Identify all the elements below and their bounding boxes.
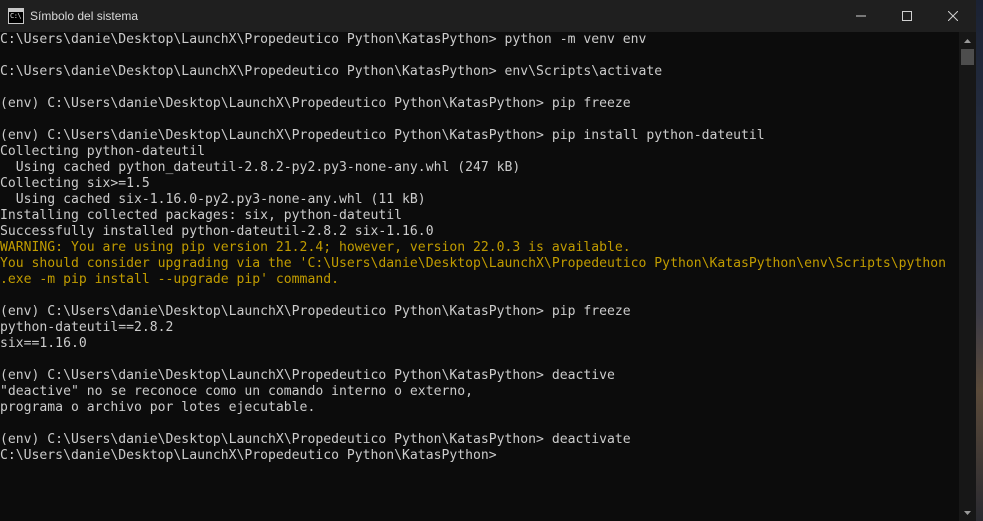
- command-prompt-window: C:\ Símbolo del sistema C:\Users\danie\D…: [0, 0, 976, 521]
- cmd-icon[interactable]: C:\: [8, 8, 24, 24]
- console-line: (env) C:\Users\danie\Desktop\LaunchX\Pro…: [0, 96, 631, 111]
- console-line: You should consider upgrading via the 'C…: [0, 256, 946, 271]
- cmd-icon-text: C:\: [10, 12, 22, 20]
- close-button[interactable]: [930, 0, 976, 32]
- scroll-down-arrow-icon: [964, 510, 971, 515]
- console-line: WARNING: You are using pip version 21.2.…: [0, 240, 631, 255]
- scroll-up-arrow-icon: [964, 38, 971, 43]
- scroll-down-button[interactable]: [959, 504, 976, 521]
- console-line: Using cached python_dateutil-2.8.2-py2.p…: [0, 160, 521, 175]
- window-controls: [838, 0, 976, 32]
- scrollbar-thumb[interactable]: [961, 49, 974, 65]
- console-line: (env) C:\Users\danie\Desktop\LaunchX\Pro…: [0, 432, 631, 447]
- console-lines: C:\Users\danie\Desktop\LaunchX\Propedeut…: [0, 32, 959, 464]
- minimize-icon: [856, 15, 866, 17]
- minimize-button[interactable]: [838, 0, 884, 32]
- console-line: Successfully installed python-dateutil-2…: [0, 224, 434, 239]
- console-line: C:\Users\danie\Desktop\LaunchX\Propedeut…: [0, 32, 647, 47]
- console-line: .exe -m pip install --upgrade pip' comma…: [0, 272, 339, 287]
- console-line: Using cached six-1.16.0-py2.py3-none-any…: [0, 192, 426, 207]
- vertical-scrollbar[interactable]: [959, 32, 976, 521]
- window-title: Símbolo del sistema: [30, 9, 139, 23]
- console-line: programa o archivo por lotes ejecutable.: [0, 400, 316, 415]
- maximize-button[interactable]: [884, 0, 930, 32]
- console-line: Installing collected packages: six, pyth…: [0, 208, 403, 223]
- close-icon: [948, 11, 958, 21]
- title-bar[interactable]: C:\ Símbolo del sistema: [0, 0, 976, 32]
- console-line: "deactive" no se reconoce como un comand…: [0, 384, 473, 399]
- maximize-icon: [902, 11, 912, 21]
- console-line: python-dateutil==2.8.2: [0, 320, 174, 335]
- console-line: Collecting python-dateutil: [0, 144, 205, 159]
- console-line: C:\Users\danie\Desktop\LaunchX\Propedeut…: [0, 64, 663, 79]
- console-line: (env) C:\Users\danie\Desktop\LaunchX\Pro…: [0, 128, 765, 143]
- console-line: C:\Users\danie\Desktop\LaunchX\Propedeut…: [0, 448, 497, 463]
- console-line: six==1.16.0: [0, 336, 87, 351]
- desktop-background-edge: [976, 0, 983, 521]
- console-line: (env) C:\Users\danie\Desktop\LaunchX\Pro…: [0, 368, 615, 383]
- console-output[interactable]: C:\Users\danie\Desktop\LaunchX\Propedeut…: [0, 32, 959, 521]
- console-line: Collecting six>=1.5: [0, 176, 150, 191]
- console-line: (env) C:\Users\danie\Desktop\LaunchX\Pro…: [0, 304, 631, 319]
- scroll-up-button[interactable]: [959, 32, 976, 49]
